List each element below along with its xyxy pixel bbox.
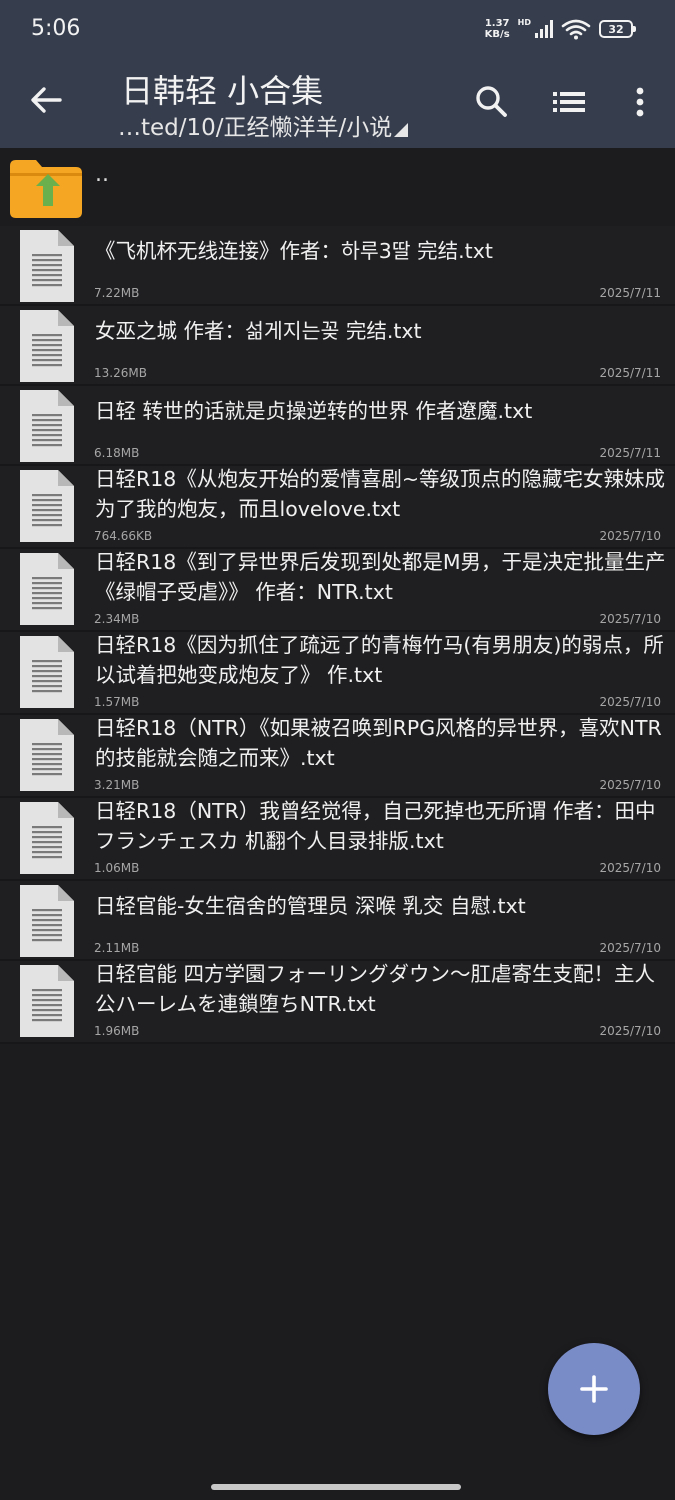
file-row[interactable]: 日轻R18《到了异世界后发现到处都是M男，于是决定批量生产《绿帽子受虐》》 作者…: [0, 549, 675, 632]
text-file-icon: [20, 390, 74, 462]
file-size: 1.96MB: [94, 1024, 140, 1038]
file-name: 《飞机杯无线连接》作者：하루3딸 完结.txt: [95, 239, 493, 263]
text-file-icon: [20, 310, 74, 382]
battery-icon: 32: [599, 20, 636, 38]
back-arrow-icon[interactable]: [26, 80, 66, 120]
file-name: 日轻R18（NTR）我曾经觉得，自己死掉也无所谓 作者：田中フランチェスカ 机翻…: [95, 799, 656, 853]
battery-level: 32: [608, 22, 624, 36]
wifi-icon: [561, 19, 591, 40]
search-icon[interactable]: [472, 82, 512, 122]
file-row[interactable]: 日轻R18（NTR）《如果被召唤到RPG风格的异世界，喜欢NTR的技能就会随之而…: [0, 715, 675, 798]
text-file-icon: [20, 719, 74, 791]
file-name: 日轻官能-女生宿舍的管理员 深喉 乳交 自慰.txt: [95, 894, 526, 918]
file-row[interactable]: 日轻R18《因为抓住了疏远了的青梅竹马(有男朋友)的弱点，所以试着把她变成炮友了…: [0, 632, 675, 715]
file-size: 3.21MB: [94, 778, 140, 792]
text-file-icon: [20, 470, 74, 542]
file-size: 6.18MB: [94, 446, 140, 460]
plus-icon: [580, 1375, 608, 1403]
file-size: 2.11MB: [94, 941, 140, 955]
file-name: 日轻R18《因为抓住了疏远了的青梅竹马(有男朋友)的弱点，所以试着把她变成炮友了…: [95, 633, 664, 687]
file-size: 13.26MB: [94, 366, 147, 380]
network-speed: 1.37 KB/s: [485, 18, 510, 40]
file-date: 2025/7/10: [599, 941, 661, 955]
file-date: 2025/7/10: [599, 695, 661, 709]
file-date: 2025/7/11: [599, 286, 661, 300]
file-row[interactable]: 日轻 转世的话就是贞操逆转的世界 作者遼魔.txt 6.18MB 2025/7/11: [0, 386, 675, 466]
more-vert-icon[interactable]: [620, 82, 660, 122]
folder-path-dropdown[interactable]: …ted/10/正经懒洋羊/小说: [118, 108, 409, 142]
cellular-signal-icon: [535, 20, 553, 38]
file-date: 2025/7/10: [599, 529, 661, 543]
file-date: 2025/7/11: [599, 366, 661, 380]
folder-up-icon: [10, 160, 82, 218]
add-button[interactable]: [548, 1343, 640, 1435]
file-name: 日轻R18《从炮友开始的爱情喜剧~等级顶点的隐藏宅女辣妹成为了我的炮友，而且lo…: [95, 467, 666, 521]
file-name: 日轻R18《到了异世界后发现到处都是M男，于是决定批量生产《绿帽子受虐》》 作者…: [95, 550, 666, 604]
text-file-icon: [20, 553, 74, 625]
file-size: 764.66KB: [94, 529, 153, 543]
status-bar: 5:06 1.37 KB/s HD 32: [0, 0, 675, 62]
file-date: 2025/7/10: [599, 612, 661, 626]
network-speed-unit: KB/s: [484, 29, 510, 40]
folder-path: …ted/10/正经懒洋羊/小说: [118, 115, 393, 141]
file-date: 2025/7/10: [599, 861, 661, 875]
parent-directory-row[interactable]: ..: [0, 148, 675, 226]
dropdown-triangle-icon: [394, 123, 409, 137]
file-name: 日轻 转世的话就是贞操逆转的世界 作者遼魔.txt: [95, 399, 533, 423]
file-name: 日轻R18（NTR）《如果被召唤到RPG风格的异世界，喜欢NTR的技能就会随之而…: [95, 716, 662, 770]
file-list: .. 《飞机杯无线连接》作者：하루3딸 完结.txt 7.22MB 2025/7/1…: [0, 148, 675, 1044]
text-file-icon: [20, 636, 74, 708]
file-row[interactable]: 日轻官能-女生宿舍的管理员 深喉 乳交 自慰.txt 2.11MB 2025/7/1…: [0, 881, 675, 961]
text-file-icon: [20, 230, 74, 302]
toolbar: 日韩轻 小合集 …ted/10/正经懒洋羊/小说: [0, 62, 675, 148]
file-date: 2025/7/10: [599, 1024, 661, 1038]
file-row[interactable]: 日轻官能 四方学園フォーリングダウン～肛虐寄生支配！主人公ハーレムを連鎖堕ちNT…: [0, 961, 675, 1044]
gesture-navigation-bar[interactable]: [211, 1484, 461, 1490]
network-speed-value: 1.37: [484, 18, 510, 29]
file-size: 1.57MB: [94, 695, 140, 709]
file-size: 2.34MB: [94, 612, 140, 626]
status-time: 5:06: [31, 16, 81, 41]
file-row[interactable]: 日轻R18（NTR）我曾经觉得，自己死掉也无所谓 作者：田中フランチェスカ 机翻…: [0, 798, 675, 881]
file-size: 1.06MB: [94, 861, 140, 875]
text-file-icon: [20, 802, 74, 874]
folder-title: 日韩轻 小合集: [121, 72, 324, 110]
file-row[interactable]: 《飞机杯无线连接》作者：하루3딸 完结.txt 7.22MB 2025/7/11: [0, 226, 675, 306]
file-size: 7.22MB: [94, 286, 140, 300]
file-row[interactable]: 女巫之城 作者：섦게지는꽂 完结.txt 13.26MB 2025/7/11: [0, 306, 675, 386]
parent-directory-label: ..: [95, 162, 109, 187]
file-name: 日轻官能 四方学園フォーリングダウン～肛虐寄生支配！主人公ハーレムを連鎖堕ちNT…: [95, 962, 656, 1016]
file-row[interactable]: 日轻R18《从炮友开始的爱情喜剧~等级顶点的隐藏宅女辣妹成为了我的炮友，而且lo…: [0, 466, 675, 549]
file-name: 女巫之城 作者：섦게지는꽂 完结.txt: [95, 319, 422, 343]
text-file-icon: [20, 965, 74, 1037]
file-date: 2025/7/11: [599, 446, 661, 460]
list-view-icon[interactable]: [549, 82, 589, 122]
status-icons: 1.37 KB/s HD 32: [485, 18, 636, 40]
file-date: 2025/7/10: [599, 778, 661, 792]
text-file-icon: [20, 885, 74, 957]
signal-hd-label: HD: [517, 18, 531, 27]
